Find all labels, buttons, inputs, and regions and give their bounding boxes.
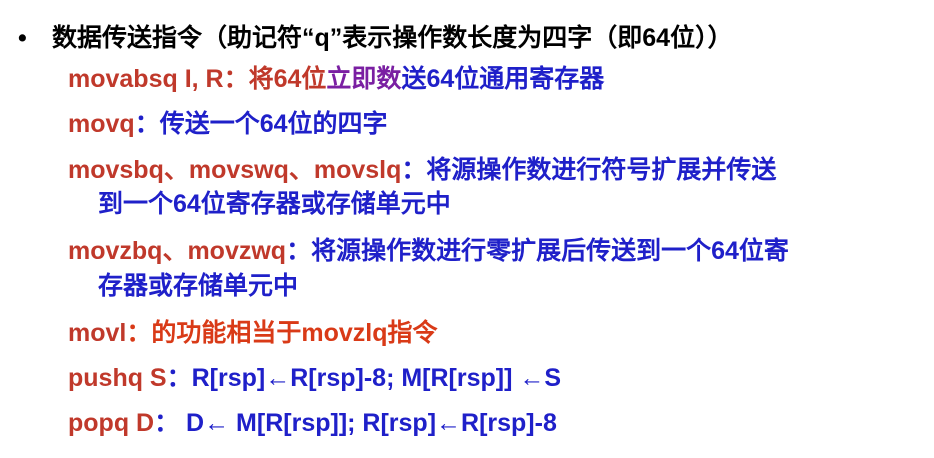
description: 的功能相当于movzlq指令 (151, 319, 438, 347)
instruction-line-movl: movl：的功能相当于movzlq指令 (68, 318, 438, 348)
instruction-line-pushq: pushq S：R[rsp]←R[rsp]-8; M[R[rsp]] ←S (68, 363, 561, 393)
description: R[rsp]←R[rsp]-8; M[R[rsp]] ←S (191, 364, 562, 392)
description-continuation: 存器或存储单元中 (98, 272, 299, 300)
separator: ： (286, 237, 312, 265)
bullet-icon: • (18, 24, 27, 52)
mnemonic-movl: movl (68, 319, 127, 347)
mnemonic-movs: movsbq、movswq、movslq (68, 156, 402, 184)
description: 传送一个64位的四字 (159, 110, 388, 138)
highlight-immediate: 立即数 (326, 65, 402, 93)
description: 将源操作数进行零扩展后传送到一个64位寄 (311, 237, 789, 265)
mnemonic-popq: popq D (68, 409, 155, 437)
separator: ： (166, 364, 192, 392)
mnemonic-movz: movzbq、movzwq (68, 237, 287, 265)
description-continuation: 到一个64位寄存器或存储单元中 (98, 190, 451, 218)
instruction-line-movz: movzbq、movzwq：将源操作数进行零扩展后传送到一个64位寄 (68, 236, 789, 266)
mnemonic-movabsq: movabsq I, R (68, 65, 224, 93)
separator: ： (134, 110, 160, 138)
separator: ： (126, 319, 152, 347)
instruction-line-popq: popq D： D← M[R[rsp]]; R[rsp]←R[rsp]-8 (68, 408, 557, 438)
slide: • 数据传送指令（助记符“q”表示操作数长度为四字（即64位）） movabsq … (0, 0, 934, 458)
description-part: 送64位通用寄存器 (401, 65, 605, 93)
description: D← M[R[rsp]]; R[rsp]←R[rsp]-8 (179, 409, 557, 437)
description-part: 将64位 (248, 65, 327, 93)
separator: ： (223, 65, 249, 93)
separator: ： (401, 156, 427, 184)
heading-text: 数据传送指令（助记符“q”表示操作数长度为四字（即64位）） (52, 24, 733, 52)
mnemonic-pushq: pushq S (68, 364, 167, 392)
separator: ： (154, 409, 180, 437)
instruction-line-movabsq: movabsq I, R：将64位立即数送64位通用寄存器 (68, 64, 604, 94)
instruction-line-movq: movq：传送一个64位的四字 (68, 109, 388, 139)
description: 将源操作数进行符号扩展并传送 (426, 156, 777, 184)
mnemonic-movq: movq (68, 110, 135, 138)
instruction-line-movs: movsbq、movswq、movslq：将源操作数进行符号扩展并传送 (68, 155, 776, 185)
heading-line: • 数据传送指令（助记符“q”表示操作数长度为四字（即64位）） (18, 18, 733, 54)
